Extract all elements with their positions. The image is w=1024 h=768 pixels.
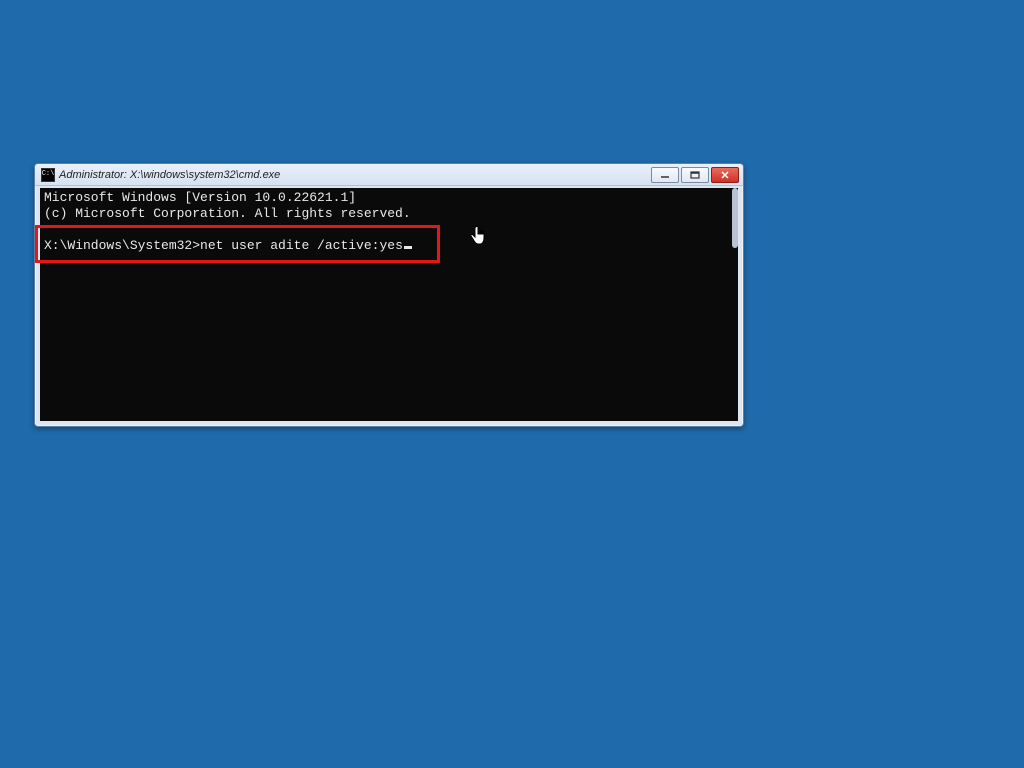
titlebar[interactable]: C:\ Administrator: X:\windows\system32\c… (35, 164, 743, 186)
terminal-output-line: Microsoft Windows [Version 10.0.22621.1] (44, 190, 734, 206)
text-cursor (404, 246, 412, 249)
close-button[interactable] (711, 167, 739, 183)
terminal-output-line: (c) Microsoft Corporation. All rights re… (44, 206, 734, 222)
minimize-button[interactable] (651, 167, 679, 183)
command-input-text[interactable]: net user adite /active:yes (200, 238, 403, 254)
terminal-blank-line (44, 222, 734, 238)
cmd-icon-text: C:\ (42, 171, 55, 178)
terminal-area[interactable]: Microsoft Windows [Version 10.0.22621.1]… (40, 188, 738, 421)
cmd-icon: C:\ (41, 168, 55, 182)
terminal-prompt-line: X:\Windows\System32>net user adite /acti… (44, 238, 734, 254)
scrollbar-thumb[interactable] (732, 188, 738, 248)
window-title: Administrator: X:\windows\system32\cmd.e… (59, 169, 280, 181)
prompt-text: X:\Windows\System32> (44, 238, 200, 254)
cmd-window: C:\ Administrator: X:\windows\system32\c… (34, 163, 744, 427)
maximize-button[interactable] (681, 167, 709, 183)
window-buttons (651, 167, 739, 183)
